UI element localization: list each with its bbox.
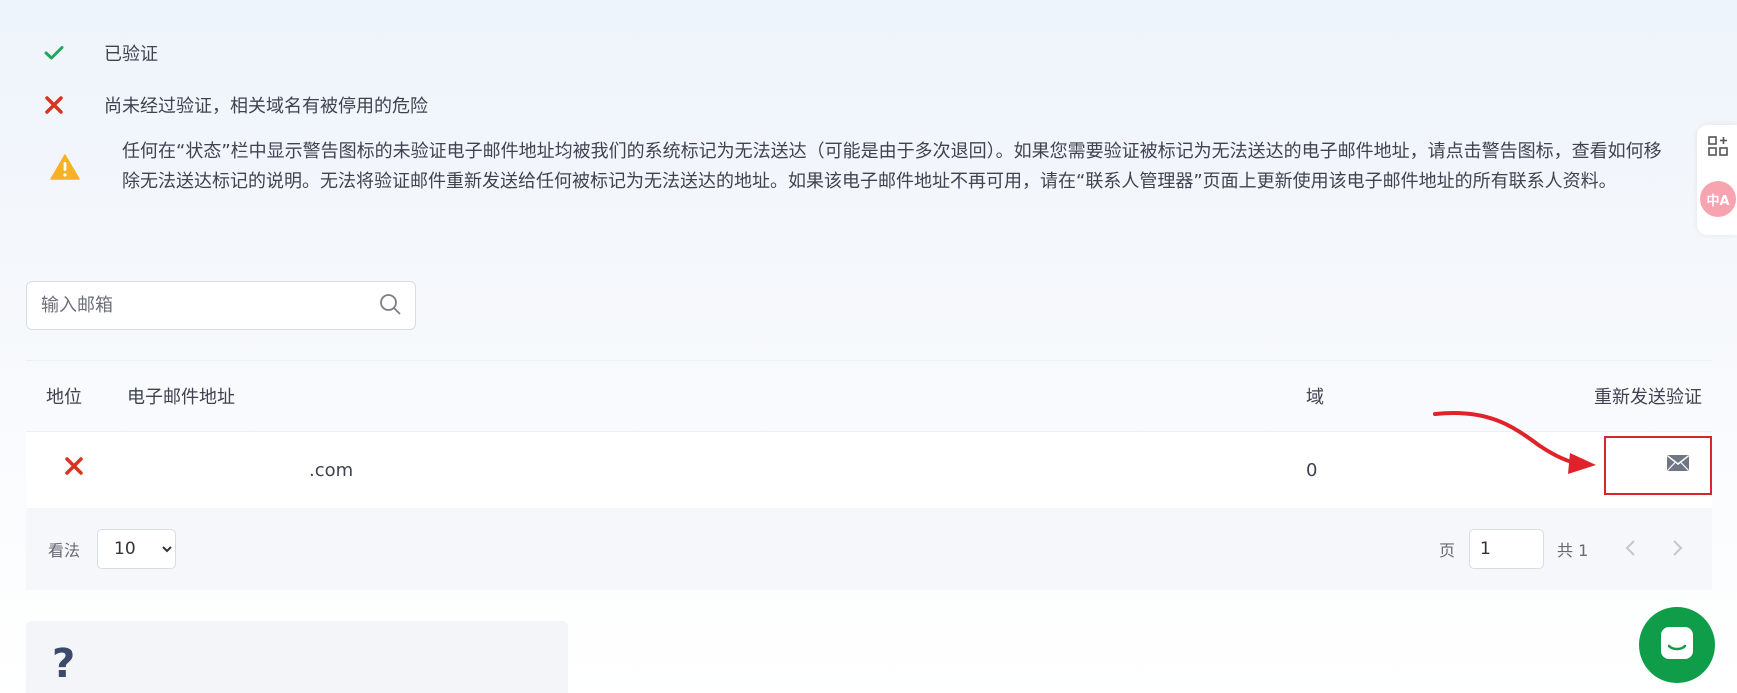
chat-button[interactable] [1639, 607, 1715, 683]
legend-unverified-text: 尚未经过验证，相关域名有被停用的危险 [104, 96, 428, 117]
cross-icon [64, 456, 84, 481]
annotation-arrow [1433, 410, 1596, 474]
page-number-input[interactable] [1469, 529, 1544, 569]
warning-icon[interactable] [50, 152, 80, 182]
check-icon [42, 41, 66, 65]
row-email: .com [309, 459, 354, 481]
chevron-right-icon[interactable] [1666, 536, 1690, 560]
chevron-left-icon[interactable] [1618, 536, 1642, 560]
question-icon[interactable]: ? [52, 641, 75, 687]
apps-add-icon[interactable] [1707, 135, 1731, 159]
page-label: 页 [1439, 541, 1456, 560]
page-size-label: 看法 [48, 541, 81, 560]
legend-unverified: 尚未经过验证，相关域名有被停用的危险 [42, 92, 428, 118]
chat-icon [1658, 624, 1696, 666]
legend-warning-text: 任何在“状态”栏中显示警告图标的未验证电子邮件地址均被我们的系统标记为无法送达（… [122, 141, 1662, 192]
header-resend: 重新发送验证 [1594, 387, 1702, 408]
side-toolbar: 中A [1697, 125, 1737, 235]
header-domain: 域 [1306, 387, 1324, 408]
page-total: 共 1 [1557, 541, 1589, 560]
legend-warning: 任何在“状态”栏中显示警告图标的未验证电子邮件地址均被我们的系统标记为无法送达（… [50, 137, 1672, 197]
help-card: ? [26, 621, 568, 693]
cross-icon [42, 93, 66, 117]
search-input[interactable] [41, 295, 379, 316]
resend-verification-button[interactable] [1604, 436, 1712, 495]
legend-verified: 已验证 [42, 40, 158, 66]
envelope-icon [1666, 454, 1690, 477]
translate-icon[interactable]: 中A [1700, 181, 1736, 217]
pagination-bar: 看法 10 页 共 1 [26, 508, 1712, 590]
row-domain: 0 [1306, 459, 1318, 481]
page-size-select[interactable]: 10 [97, 529, 176, 569]
header-status: 地位 [46, 387, 82, 408]
search-icon[interactable] [379, 293, 401, 319]
email-search-box [26, 281, 416, 330]
email-verification-page: 已验证 尚未经过验证，相关域名有被停用的危险 任何在“状态”栏中显示警告图标的未… [0, 0, 1737, 693]
header-email: 电子邮件地址 [127, 387, 235, 408]
legend-verified-text: 已验证 [104, 44, 158, 65]
